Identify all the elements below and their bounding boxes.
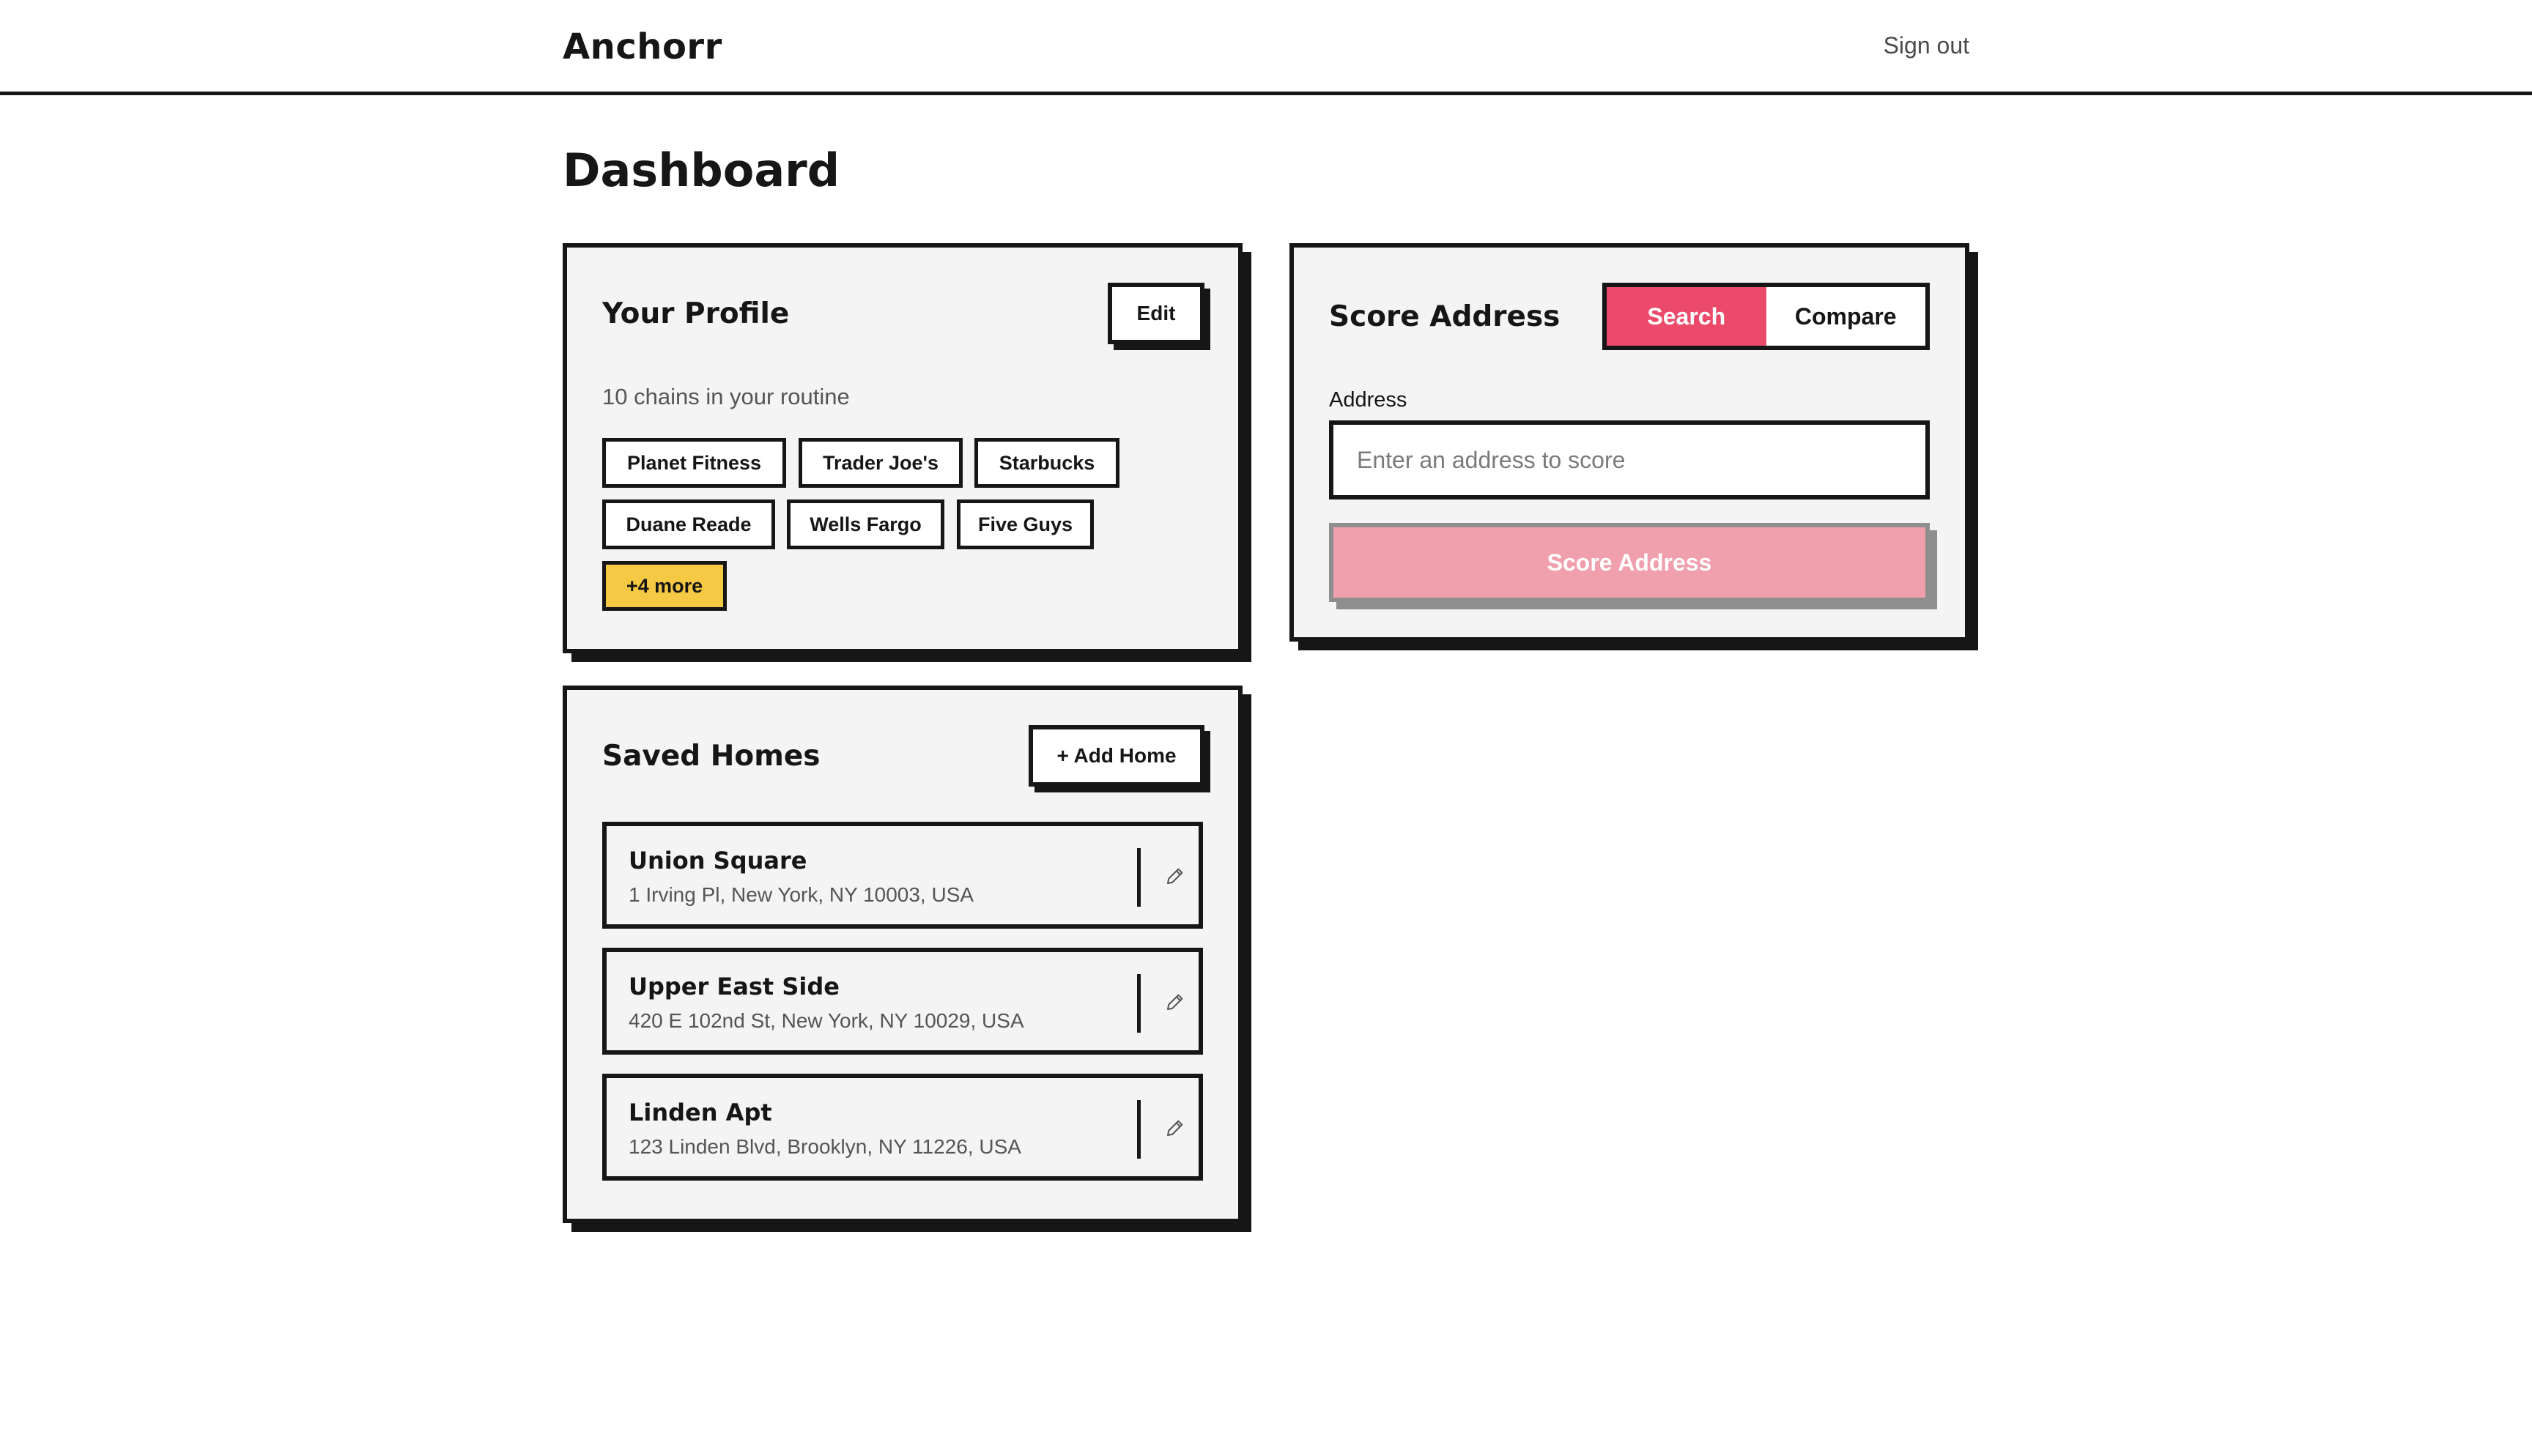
chain-chip: Planet Fitness	[602, 438, 786, 488]
home-address: 420 E 102nd St, New York, NY 10029, USA	[629, 1009, 1024, 1032]
pencil-icon[interactable]	[1155, 980, 1196, 1024]
sign-out-link[interactable]: Sign out	[1884, 32, 1969, 59]
home-name: Upper East Side	[629, 973, 840, 1000]
score-card-title: Score Address	[1329, 300, 1561, 333]
chain-chip: Five Guys	[957, 499, 1094, 549]
tab-compare[interactable]: Compare	[1766, 287, 1926, 346]
home-name: Union Square	[629, 847, 807, 874]
edit-profile-button[interactable]: Edit	[1108, 283, 1204, 344]
saved-home-item[interactable]: Upper East Side 420 E 102nd St, New York…	[602, 948, 1203, 1055]
chain-chip: Trader Joe's	[799, 438, 963, 488]
address-input[interactable]	[1329, 420, 1930, 499]
saved-homes-title: Saved Homes	[602, 740, 821, 773]
chain-chip: Starbucks	[974, 438, 1119, 488]
score-address-button[interactable]: Score Address	[1329, 523, 1930, 602]
tab-search[interactable]: Search	[1607, 287, 1766, 346]
address-label: Address	[1329, 388, 1407, 412]
divider	[1137, 1100, 1141, 1159]
home-name: Linden Apt	[629, 1099, 772, 1126]
chains-summary: 10 chains in your routine	[602, 384, 850, 409]
pencil-icon[interactable]	[1155, 854, 1196, 898]
more-chains-chip[interactable]: +4 more	[602, 561, 727, 611]
pencil-icon[interactable]	[1155, 1106, 1196, 1150]
divider	[1137, 848, 1141, 907]
saved-home-item[interactable]: Union Square 1 Irving Pl, New York, NY 1…	[602, 822, 1203, 929]
page-title: Dashboard	[563, 144, 840, 197]
mode-toggle: Search Compare	[1602, 283, 1930, 350]
profile-card-title: Your Profile	[602, 297, 790, 330]
top-nav: Anchorr Sign out	[0, 0, 2532, 95]
brand-logo[interactable]: Anchorr	[563, 26, 722, 67]
chain-chip: Wells Fargo	[787, 499, 944, 549]
home-address: 123 Linden Blvd, Brooklyn, NY 11226, USA	[629, 1135, 1021, 1158]
home-address: 1 Irving Pl, New York, NY 10003, USA	[629, 883, 974, 906]
chain-chip: Duane Reade	[602, 499, 775, 549]
add-home-button[interactable]: + Add Home	[1029, 725, 1204, 787]
saved-home-item[interactable]: Linden Apt 123 Linden Blvd, Brooklyn, NY…	[602, 1074, 1203, 1181]
divider	[1137, 974, 1141, 1033]
